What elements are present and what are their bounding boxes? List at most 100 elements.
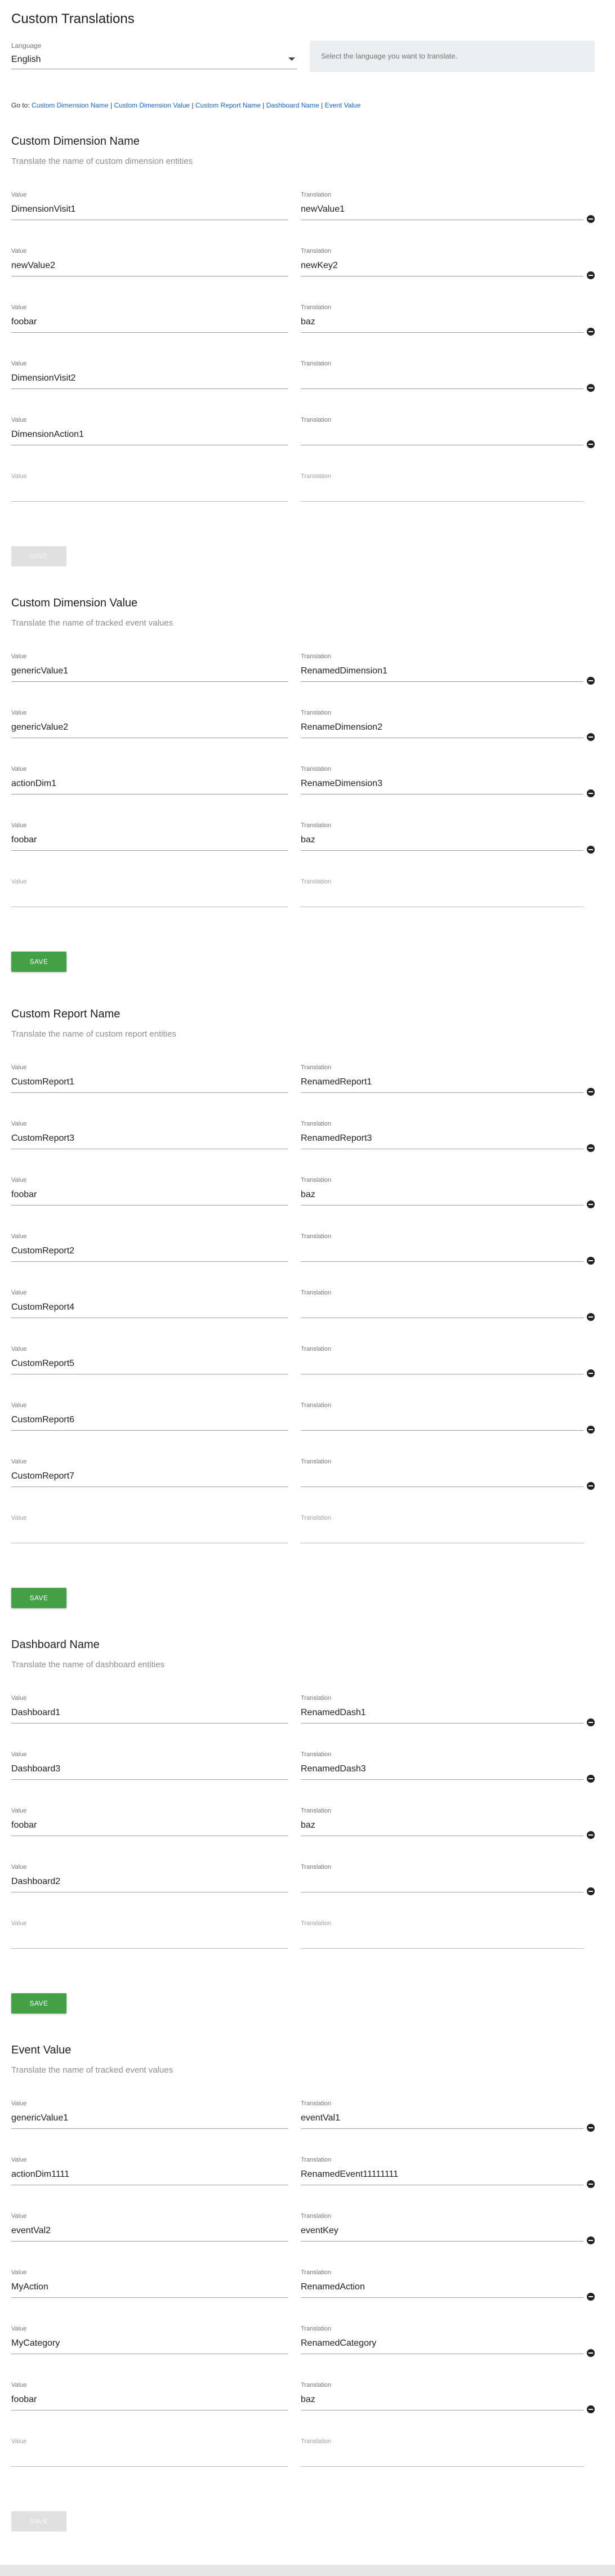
save-button[interactable]: SAVE bbox=[11, 2511, 66, 2532]
translation-input[interactable] bbox=[301, 1301, 583, 1318]
value-field[interactable]: Value bbox=[11, 1515, 288, 1543]
translation-input[interactable]: baz bbox=[301, 2393, 583, 2410]
translation-field[interactable]: Translation newValue1 bbox=[301, 191, 583, 220]
translation-field[interactable]: Translation bbox=[301, 1458, 583, 1487]
value-field[interactable]: Value bbox=[11, 878, 288, 907]
value-input[interactable]: foobar bbox=[11, 2393, 288, 2410]
minus-circle-icon[interactable] bbox=[587, 2124, 595, 2132]
value-field[interactable]: Value bbox=[11, 1920, 288, 1949]
value-input[interactable]: Dashboard1 bbox=[11, 1706, 288, 1724]
translation-field[interactable]: Translation newKey2 bbox=[301, 248, 583, 276]
translation-field[interactable]: Translation bbox=[301, 417, 583, 445]
translation-input[interactable]: RenamedAction bbox=[301, 2280, 583, 2298]
minus-circle-icon[interactable] bbox=[587, 2349, 595, 2357]
translation-field[interactable]: Translation baz bbox=[301, 304, 583, 333]
value-input[interactable]: actionDim1 bbox=[11, 777, 288, 794]
translation-field[interactable]: Translation bbox=[301, 1233, 583, 1262]
translation-input[interactable]: newKey2 bbox=[301, 259, 583, 276]
language-selector[interactable]: Language English bbox=[11, 42, 297, 69]
minus-circle-icon[interactable] bbox=[587, 1144, 595, 1152]
translation-field[interactable]: Translation bbox=[301, 1289, 583, 1318]
translation-input[interactable]: RenamedDash1 bbox=[301, 1706, 583, 1724]
value-field[interactable]: Value foobar bbox=[11, 304, 288, 333]
translation-input[interactable]: RenamedDash3 bbox=[301, 1762, 583, 1780]
minus-circle-icon[interactable] bbox=[587, 2180, 595, 2188]
minus-circle-icon[interactable] bbox=[587, 1831, 595, 1839]
goto-link[interactable]: Dashboard Name bbox=[266, 101, 319, 109]
minus-circle-icon[interactable] bbox=[587, 328, 595, 336]
translation-field[interactable]: Translation bbox=[301, 1920, 583, 1949]
translation-input[interactable] bbox=[301, 1875, 583, 1892]
translation-input[interactable]: eventKey bbox=[301, 2224, 583, 2242]
translation-field[interactable]: Translation bbox=[301, 1402, 583, 1431]
minus-circle-icon[interactable] bbox=[587, 733, 595, 741]
value-field[interactable]: Value foobar bbox=[11, 1177, 288, 1206]
value-field[interactable]: Value CustomReport4 bbox=[11, 1289, 288, 1318]
value-input[interactable]: eventVal2 bbox=[11, 2224, 288, 2242]
caret-down-icon[interactable] bbox=[288, 57, 295, 61]
translation-input[interactable]: RenamedEvent11111111 bbox=[301, 2168, 583, 2185]
translation-input[interactable] bbox=[301, 1244, 583, 1262]
translation-field[interactable]: Translation baz bbox=[301, 822, 583, 851]
value-input[interactable]: MyAction bbox=[11, 2280, 288, 2298]
translation-field[interactable]: Translation eventVal1 bbox=[301, 2100, 583, 2129]
translation-field[interactable]: Translation RenamedDash3 bbox=[301, 1751, 583, 1780]
minus-circle-icon[interactable] bbox=[587, 1887, 595, 1895]
value-input[interactable]: Dashboard2 bbox=[11, 1875, 288, 1892]
value-field[interactable]: Value CustomReport2 bbox=[11, 1233, 288, 1262]
value-field[interactable]: Value Dashboard1 bbox=[11, 1695, 288, 1724]
value-input[interactable]: DimensionVisit1 bbox=[11, 203, 288, 220]
value-input[interactable]: CustomReport4 bbox=[11, 1301, 288, 1318]
translation-input[interactable] bbox=[301, 428, 583, 445]
value-field[interactable]: Value foobar bbox=[11, 822, 288, 851]
value-field[interactable]: Value eventVal2 bbox=[11, 2213, 288, 2242]
translation-field[interactable]: Translation bbox=[301, 2438, 583, 2467]
minus-circle-icon[interactable] bbox=[587, 1718, 595, 1726]
minus-circle-icon[interactable] bbox=[587, 1088, 595, 1096]
translation-input[interactable]: RenamedCategory bbox=[301, 2337, 583, 2354]
value-field[interactable]: Value actionDim1111 bbox=[11, 2157, 288, 2185]
translation-input[interactable]: RenamedReport3 bbox=[301, 1132, 583, 1149]
minus-circle-icon[interactable] bbox=[587, 2236, 595, 2244]
translation-input[interactable] bbox=[301, 2449, 583, 2467]
translation-field[interactable]: Translation bbox=[301, 360, 583, 389]
goto-link[interactable]: Event Value bbox=[325, 101, 361, 109]
translation-field[interactable]: Translation RenameDimension3 bbox=[301, 766, 583, 794]
value-input[interactable]: newValue2 bbox=[11, 259, 288, 276]
translation-field[interactable]: Translation RenamedCategory bbox=[301, 2325, 583, 2354]
value-input[interactable]: foobar bbox=[11, 1188, 288, 1206]
value-field[interactable]: Value foobar bbox=[11, 2382, 288, 2410]
translation-input[interactable] bbox=[301, 1526, 583, 1543]
value-input[interactable]: genericValue2 bbox=[11, 721, 288, 738]
value-field[interactable]: Value genericValue2 bbox=[11, 709, 288, 738]
value-input[interactable]: foobar bbox=[11, 833, 288, 851]
translation-field[interactable]: Translation bbox=[301, 1515, 583, 1543]
minus-circle-icon[interactable] bbox=[587, 1775, 595, 1783]
translation-field[interactable]: Translation bbox=[301, 473, 583, 502]
value-field[interactable]: Value actionDim1 bbox=[11, 766, 288, 794]
translation-input[interactable]: RenameDimension3 bbox=[301, 777, 583, 794]
value-input[interactable]: DimensionVisit2 bbox=[11, 372, 288, 389]
value-input[interactable]: CustomReport7 bbox=[11, 1470, 288, 1487]
value-input[interactable] bbox=[11, 484, 288, 502]
minus-circle-icon[interactable] bbox=[587, 1482, 595, 1490]
save-button[interactable]: SAVE bbox=[11, 1588, 66, 1608]
translation-field[interactable]: Translation bbox=[301, 878, 583, 907]
translation-input[interactable] bbox=[301, 890, 583, 907]
translation-field[interactable]: Translation RenamedReport3 bbox=[301, 1120, 583, 1149]
value-field[interactable]: Value CustomReport3 bbox=[11, 1120, 288, 1149]
value-input[interactable]: foobar bbox=[11, 1819, 288, 1836]
translation-field[interactable]: Translation bbox=[301, 1346, 583, 1374]
translation-input[interactable]: RenamedDimension1 bbox=[301, 664, 583, 682]
translation-field[interactable]: Translation RenamedEvent11111111 bbox=[301, 2157, 583, 2185]
value-input[interactable] bbox=[11, 1526, 288, 1543]
value-field[interactable]: Value MyCategory bbox=[11, 2325, 288, 2354]
translation-field[interactable]: Translation eventKey bbox=[301, 2213, 583, 2242]
goto-link[interactable]: Custom Dimension Name bbox=[32, 101, 109, 109]
value-input[interactable]: DimensionAction1 bbox=[11, 428, 288, 445]
minus-circle-icon[interactable] bbox=[587, 2293, 595, 2301]
minus-circle-icon[interactable] bbox=[587, 677, 595, 685]
minus-circle-icon[interactable] bbox=[587, 1369, 595, 1377]
translation-input[interactable] bbox=[301, 372, 583, 389]
value-field[interactable]: Value DimensionVisit2 bbox=[11, 360, 288, 389]
